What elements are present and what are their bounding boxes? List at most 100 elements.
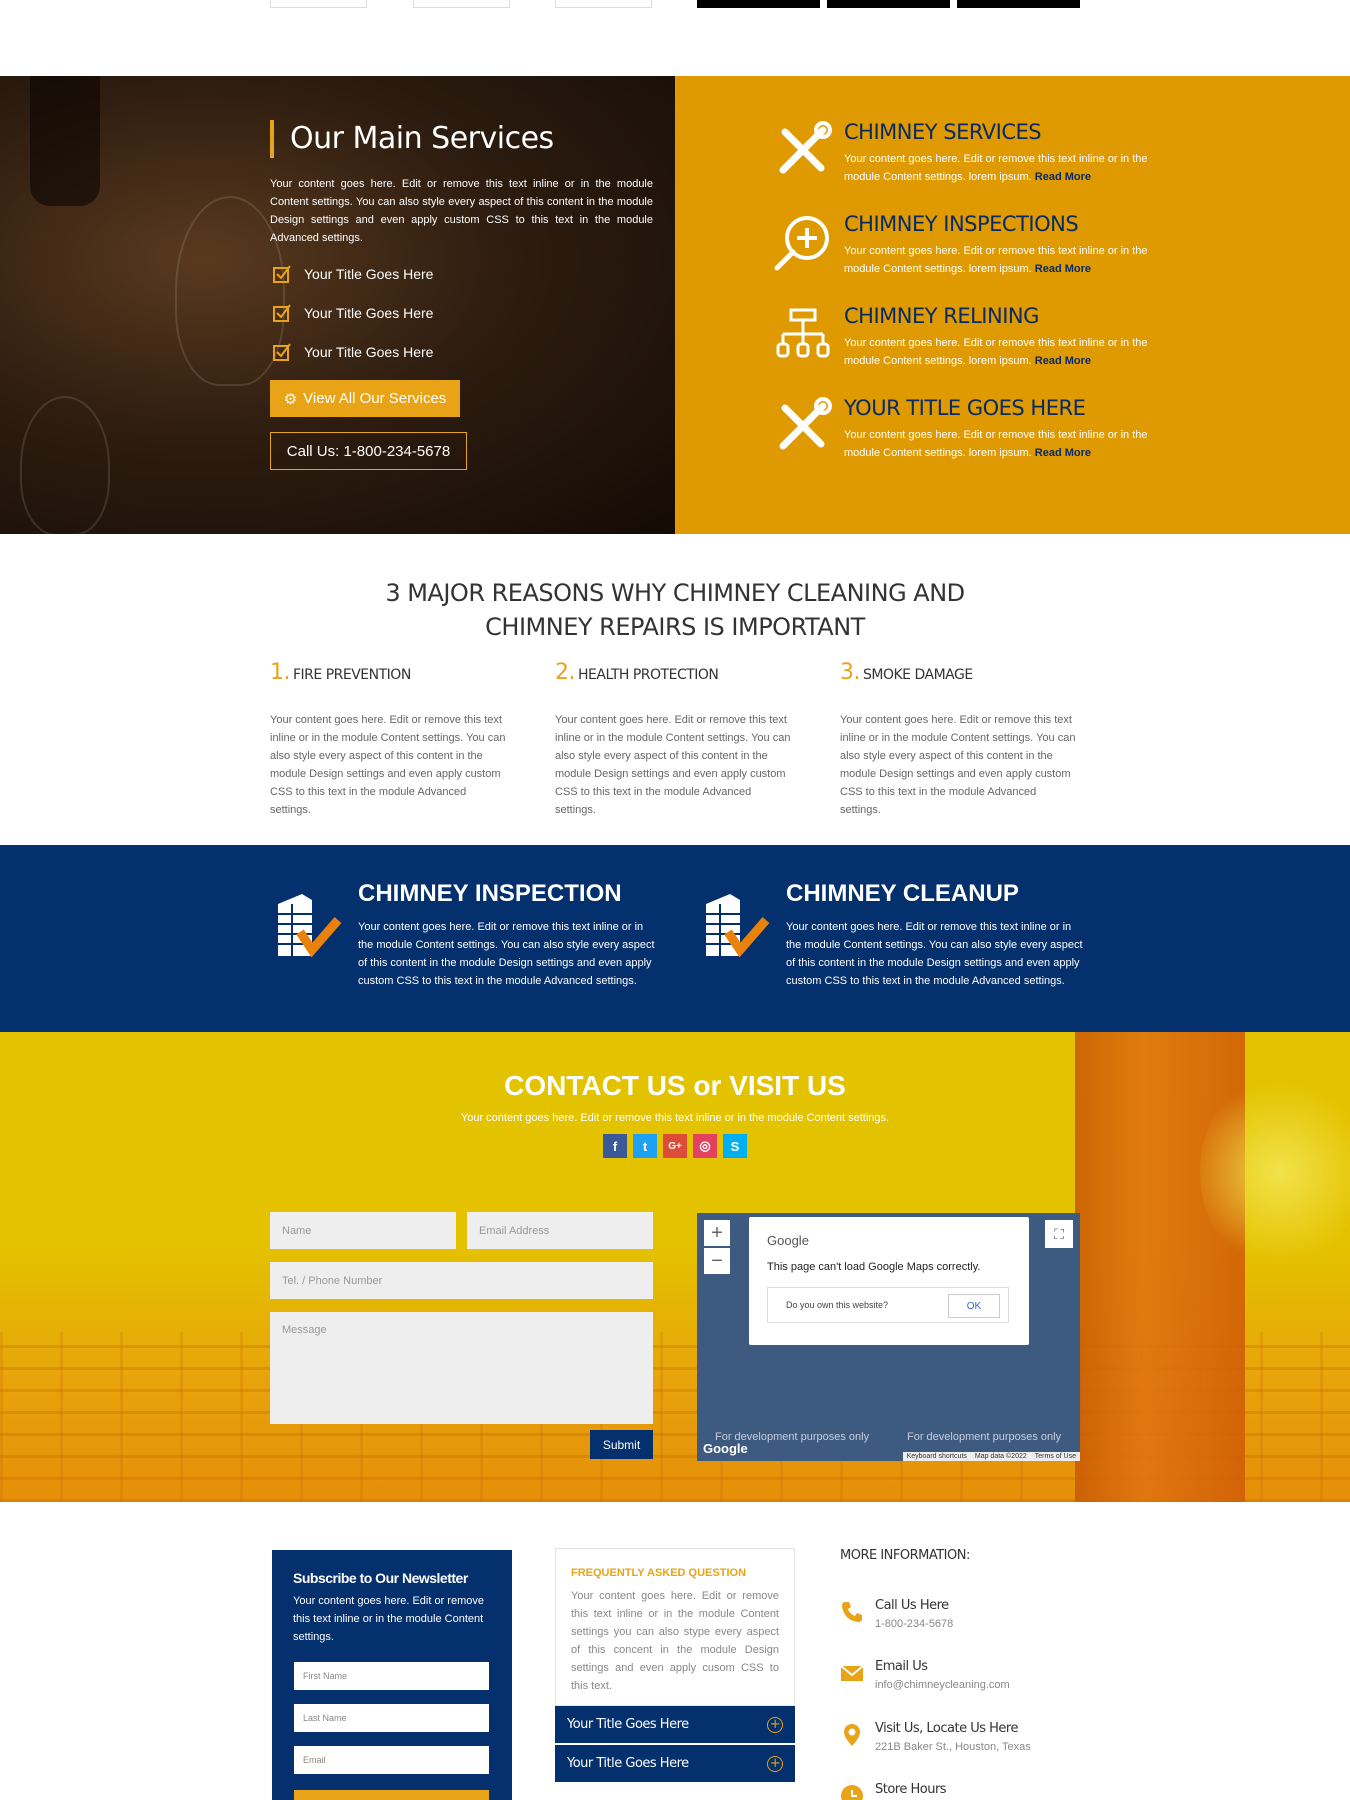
reason-text: Your content goes here. Edit or remove t… <box>270 714 506 816</box>
phone-icon <box>842 1602 862 1622</box>
features-band <box>0 845 1350 1032</box>
dev-watermark: For development purposes only <box>907 1431 1062 1443</box>
reason-text: Your content goes here. Edit or remove t… <box>840 714 1076 816</box>
newsletter-text: Your content goes here. Edit or remove t… <box>293 1595 484 1643</box>
plus-circle-icon: + <box>767 1716 783 1733</box>
service-title: CHIMNEY SERVICES <box>844 120 1042 144</box>
glass-image <box>20 396 110 534</box>
info-value: info@chimneycleaning.com <box>875 1679 1010 1691</box>
reason-title: FIRE PREVENTION <box>293 667 411 683</box>
chimney-check-icon <box>278 894 342 958</box>
service-text: Your content goes here. Edit or remove t… <box>844 337 1148 367</box>
service-title: YOUR TITLE GOES HERE <box>844 396 1086 420</box>
accordion-toggle[interactable]: Your Title Goes Here + <box>555 1745 795 1782</box>
accordion-title: Your Title Goes Here <box>567 1756 689 1771</box>
top-button-3[interactable] <box>957 0 1080 8</box>
terms-link[interactable]: Terms of Use <box>1035 1453 1076 1460</box>
check-label: Your Title Goes Here <box>304 266 434 282</box>
top-button-2[interactable] <box>827 0 950 8</box>
view-all-services-button[interactable]: ⚙ View All Our Services <box>270 380 460 417</box>
services-title: Our Main Services <box>270 120 554 158</box>
top-thumb-1 <box>270 0 367 8</box>
top-thumb-2 <box>413 0 510 8</box>
reason-number: 3. <box>840 660 861 685</box>
reasons-heading: 3 MAJOR REASONS WHY CHIMNEY CLEANING AND… <box>0 576 1350 644</box>
info-title: Email Us <box>875 1659 928 1674</box>
submit-button[interactable]: Submit <box>590 1430 653 1459</box>
service-title: CHIMNEY RELINING <box>844 304 1039 328</box>
skype-icon[interactable]: S <box>723 1134 747 1158</box>
zoom-in-button[interactable]: + <box>704 1220 730 1246</box>
accordion-toggle[interactable]: Your Title Goes Here + <box>555 1706 795 1743</box>
check-label: Your Title Goes Here <box>304 344 434 360</box>
zoom-out-button[interactable]: − <box>704 1248 730 1274</box>
read-more-link[interactable]: Read More <box>1035 447 1091 459</box>
subscribe-button[interactable] <box>294 1790 489 1800</box>
message-textarea[interactable]: Message <box>270 1312 653 1424</box>
chimney-check-icon <box>706 894 770 958</box>
reason-number: 2. <box>555 660 576 685</box>
faq-box: FREQUENTLY ASKED QUESTION Your content g… <box>555 1548 795 1706</box>
tools-icon <box>779 121 832 174</box>
instagram-icon[interactable]: ◎ <box>693 1134 717 1158</box>
reasons-heading-line: CHIMNEY REPAIRS IS IMPORTANT <box>485 613 865 641</box>
newsletter-box: Subscribe to Our Newsletter Your content… <box>272 1550 512 1800</box>
read-more-link[interactable]: Read More <box>1035 171 1091 183</box>
newsletter-title: Subscribe to Our Newsletter <box>293 1570 468 1586</box>
check-item: Your Title Goes Here <box>272 303 433 323</box>
map-error-dialog: Google This page can't load Google Maps … <box>749 1217 1029 1345</box>
read-more-link[interactable]: Read More <box>1035 355 1091 367</box>
info-value: 1-800-234-5678 <box>875 1618 954 1630</box>
accordion-title: Your Title Goes Here <box>567 1717 689 1732</box>
feature-title: CHIMNEY CLEANUP <box>786 880 1019 907</box>
call-us-button[interactable]: Call Us: 1-800-234-5678 <box>270 432 467 470</box>
keyboard-shortcuts-link[interactable]: Keyboard shortcuts <box>907 1453 967 1460</box>
fullscreen-icon[interactable]: ⛶ <box>1045 1220 1073 1248</box>
ok-button[interactable]: OK <box>948 1294 1000 1318</box>
map-error-text: This page can't load Google Maps correct… <box>767 1261 981 1273</box>
twitter-icon[interactable]: t <box>633 1134 657 1158</box>
reason-title: HEALTH PROTECTION <box>578 667 719 683</box>
feature-text: Your content goes here. Edit or remove t… <box>786 921 1083 987</box>
contact-section: CONTACT US or VISIT US Your content goes… <box>0 1032 1350 1502</box>
map-data-text: Map data ©2022 <box>974 1453 1027 1460</box>
check-item: Your Title Goes Here <box>272 264 433 284</box>
clock-icon <box>841 1785 863 1800</box>
reason-title: SMOKE DAMAGE <box>863 667 973 683</box>
google-plus-icon[interactable]: G+ <box>663 1134 687 1158</box>
first-name-input[interactable]: First Name <box>294 1662 489 1690</box>
reason-item: 3. SMOKE DAMAGE Your content goes here. E… <box>840 660 1080 819</box>
check-item: Your Title Goes Here <box>272 342 433 362</box>
info-title: Call Us Here <box>875 1598 949 1613</box>
name-input[interactable]: Name <box>270 1212 456 1249</box>
bottle-image <box>30 76 100 206</box>
email-input[interactable]: Email Address <box>467 1212 653 1249</box>
map-footer: Keyboard shortcuts Map data ©2022 Terms … <box>902 1452 1080 1461</box>
info-title: Store Hours <box>875 1782 947 1797</box>
faq-text: Your content goes here. Edit or remove t… <box>571 1590 779 1692</box>
checkbox-icon <box>273 343 291 361</box>
map-pin-icon <box>844 1724 860 1746</box>
check-label: Your Title Goes Here <box>304 305 434 321</box>
reason-number: 1. <box>270 660 291 685</box>
gear-icon: ⚙ <box>283 390 298 408</box>
facebook-icon[interactable]: f <box>603 1134 627 1158</box>
tools-icon <box>779 397 832 450</box>
top-button-1[interactable] <box>697 0 820 8</box>
google-label: Google <box>767 1233 809 1248</box>
feature-text: Your content goes here. Edit or remove t… <box>358 921 655 987</box>
contact-title: CONTACT US or VISIT US <box>504 1070 846 1101</box>
info-value: 221B Baker St., Houston, Texas <box>875 1741 1031 1753</box>
plus-circle-icon: + <box>767 1755 783 1772</box>
checkbox-icon <box>273 265 291 283</box>
envelope-icon <box>840 1665 864 1681</box>
phone-input[interactable]: Tel. / Phone Number <box>270 1262 653 1299</box>
service-text: Your content goes here. Edit or remove t… <box>844 429 1148 459</box>
email-input[interactable]: Email <box>294 1746 489 1774</box>
info-title: Visit Us, Locate Us Here <box>875 1721 1018 1736</box>
feature-title: CHIMNEY INSPECTION <box>358 880 622 907</box>
read-more-link[interactable]: Read More <box>1035 263 1091 275</box>
last-name-input[interactable]: Last Name <box>294 1704 489 1732</box>
reasons-heading-line: 3 MAJOR REASONS WHY CHIMNEY CLEANING AND <box>385 579 965 607</box>
google-map[interactable]: + − ⛶ Google This page can't load Google… <box>697 1213 1080 1461</box>
